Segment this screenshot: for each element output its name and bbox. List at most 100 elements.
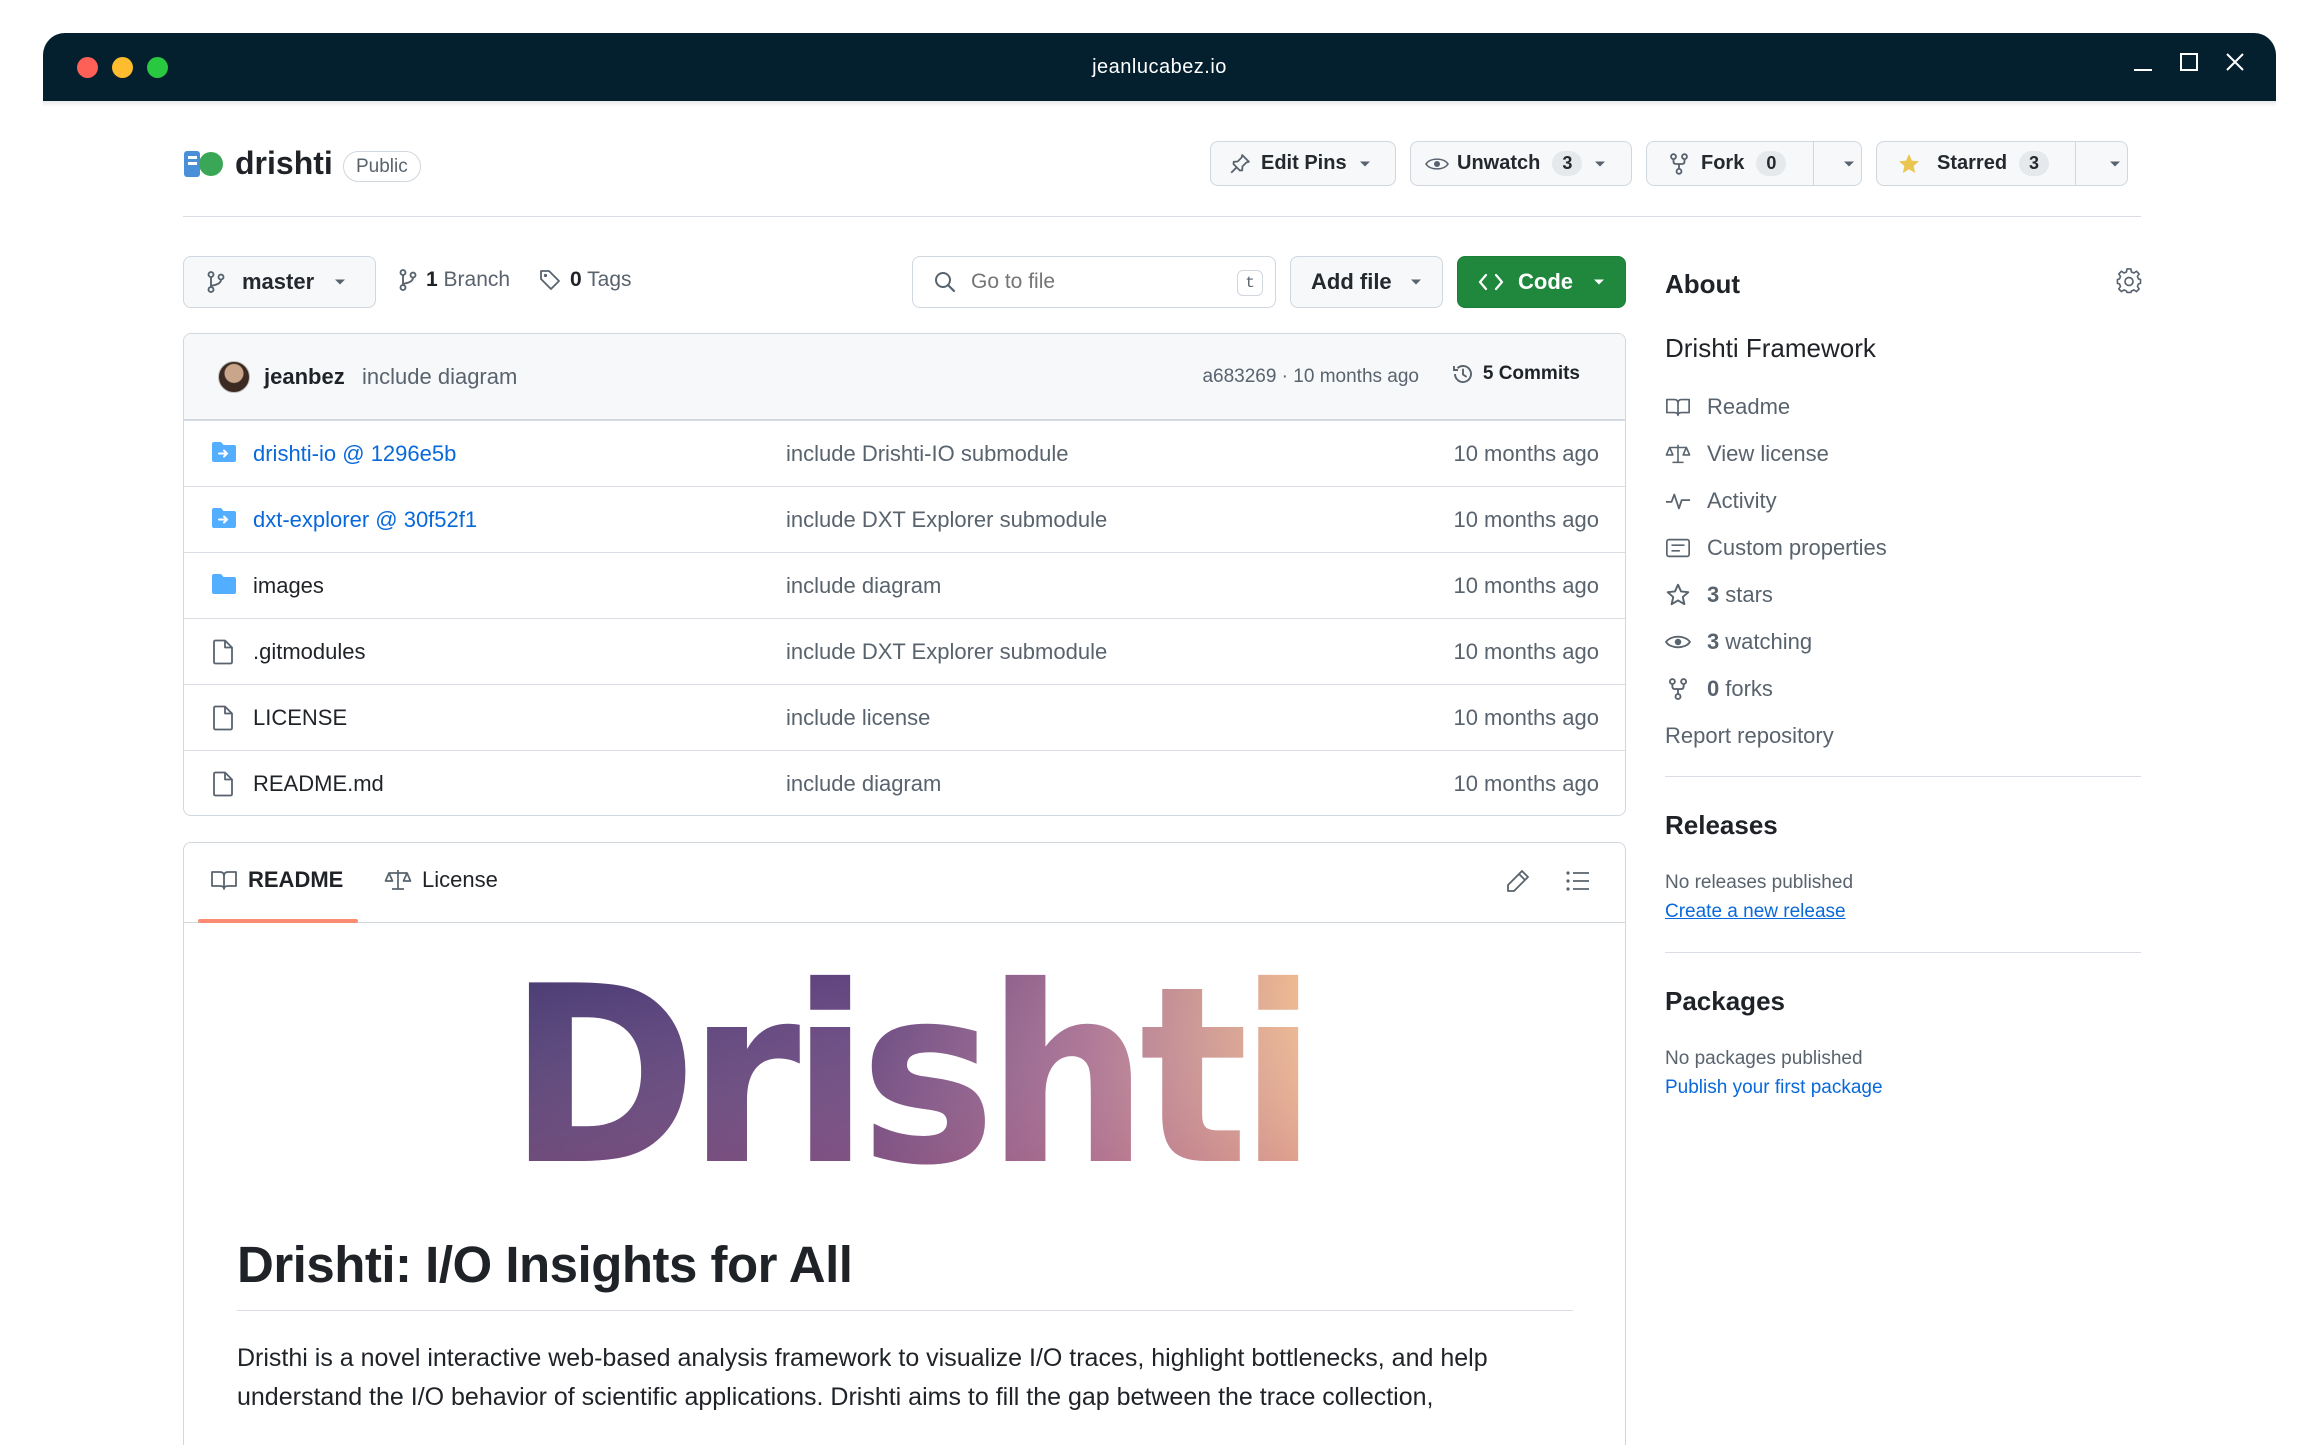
add-file-label: Add file — [1311, 269, 1392, 294]
branch-icon — [399, 269, 417, 291]
code-icon — [1478, 272, 1504, 292]
tab-license-label: License — [422, 867, 498, 892]
create-release-link[interactable]: Create a new release — [1665, 901, 1846, 923]
chevron-down-icon — [1410, 278, 1422, 286]
chevron-down-icon[interactable] — [1843, 160, 1855, 168]
gear-icon[interactable] — [2116, 268, 2142, 294]
search-shortcut-key: t — [1237, 270, 1263, 296]
file-commit-message[interactable]: include diagram — [786, 573, 941, 599]
unwatch-button[interactable]: Unwatch 3 — [1410, 141, 1632, 186]
sidebar-divider — [1665, 776, 2141, 777]
branch-selector[interactable]: master — [183, 256, 376, 308]
header-divider — [183, 216, 2141, 217]
sidebar-item-label: Activity — [1707, 488, 1777, 513]
banner-glow-overlay: Drishti — [508, 973, 1308, 1173]
tab-readme-label: README — [248, 867, 344, 892]
edit-readme-button[interactable] — [1505, 868, 1531, 894]
file-date: 10 months ago — [1453, 441, 1599, 466]
edit-pins-button[interactable]: Edit Pins — [1210, 141, 1396, 186]
tab-readme[interactable]: README — [210, 867, 343, 893]
sidebar-divider — [1665, 952, 2141, 953]
file-commit-message[interactable]: include DXT Explorer submodule — [786, 639, 1107, 665]
file-commit-message[interactable]: include diagram — [786, 771, 941, 797]
sidebar-item-activity[interactable]: Activity — [1665, 488, 1777, 514]
no-packages-text: No packages published — [1665, 1048, 1863, 1069]
search-icon — [933, 270, 957, 294]
sidebar-item-label: Custom properties — [1707, 535, 1887, 560]
file-name[interactable]: drishti-io @ 1296e5b — [253, 441, 456, 467]
fork-icon — [1665, 677, 1691, 701]
table-row[interactable]: dxt-explorer @ 30f52f1 include DXT Explo… — [184, 486, 1625, 552]
releases-title[interactable]: Releases — [1665, 810, 1778, 841]
file-commit-message[interactable]: include Drishti-IO submodule — [786, 441, 1068, 467]
repo-logo — [184, 151, 223, 177]
note-icon — [1665, 537, 1691, 559]
repo-description: Drishti Framework — [1665, 333, 1876, 363]
chevron-down-icon — [1359, 160, 1371, 168]
pulse-icon — [1665, 490, 1691, 512]
file-commit-message[interactable]: include license — [786, 705, 930, 731]
eye-icon — [1425, 153, 1449, 175]
publish-package-link[interactable]: Publish your first package — [1665, 1077, 1883, 1099]
sidebar-item-forks[interactable]: 0 forks — [1665, 676, 1773, 702]
table-row[interactable]: README.md include diagram 10 months ago — [184, 750, 1625, 815]
readme-paragraph: Dristhi is a novel interactive web-based… — [237, 1344, 1488, 1411]
code-label: Code — [1518, 269, 1573, 294]
sidebar-item-watching[interactable]: 3 watching — [1665, 629, 1812, 655]
sidebar-item-readme[interactable]: Readme — [1665, 394, 1790, 420]
tab-license[interactable]: License — [384, 867, 498, 893]
add-file-button[interactable]: Add file — [1290, 256, 1443, 308]
chevron-down-icon[interactable] — [2109, 160, 2121, 168]
go-to-file-search[interactable]: t — [912, 256, 1276, 308]
commit-message[interactable]: include diagram — [362, 364, 517, 390]
fork-button[interactable]: Fork 0 — [1646, 141, 1862, 186]
sidebar-item-custom-properties[interactable]: Custom properties — [1665, 535, 1887, 561]
go-to-file-input[interactable] — [971, 270, 1221, 294]
tag-label: Tags — [587, 268, 632, 291]
tags-link[interactable]: 0 Tags — [538, 268, 632, 292]
watching-count: 3 — [1707, 629, 1720, 654]
file-name[interactable]: .gitmodules — [253, 639, 366, 665]
visibility-badge: Public — [343, 151, 421, 182]
table-row[interactable]: .gitmodules include DXT Explorer submodu… — [184, 618, 1625, 684]
split-divider — [2075, 142, 2076, 185]
file-name[interactable]: README.md — [253, 771, 384, 797]
star-icon — [1665, 582, 1691, 608]
avatar[interactable] — [218, 361, 250, 393]
commit-author[interactable]: jeanbez — [264, 364, 345, 390]
starred-label: Starred — [1937, 152, 2008, 174]
submodule-folder-icon — [211, 507, 237, 529]
sidebar-item-license[interactable]: View license — [1665, 441, 1829, 467]
report-repository-link[interactable]: Report repository — [1665, 723, 1834, 749]
branch-name: master — [242, 269, 315, 294]
table-row[interactable]: LICENSE include license 10 months ago — [184, 684, 1625, 750]
sidebar-item-label: forks — [1725, 676, 1773, 701]
file-date: 10 months ago — [1453, 639, 1599, 664]
packages-title[interactable]: Packages — [1665, 986, 1785, 1017]
book-icon — [1665, 396, 1691, 418]
file-name[interactable]: LICENSE — [253, 705, 347, 731]
repo-name[interactable]: drishti — [235, 145, 333, 182]
sidebar-item-label: stars — [1725, 582, 1773, 607]
branches-link[interactable]: 1 Branch — [398, 268, 510, 292]
starred-button[interactable]: Starred 3 — [1876, 141, 2128, 186]
outline-button[interactable] — [1565, 868, 1591, 894]
code-button[interactable]: Code — [1457, 256, 1626, 308]
readme-panel: README License Drishti Drishti Drishti: … — [183, 842, 1626, 1445]
commits-link[interactable]: 5 Commits — [1451, 362, 1580, 386]
file-name[interactable]: dxt-explorer @ 30f52f1 — [253, 507, 477, 533]
fork-label: Fork — [1701, 152, 1745, 174]
file-name[interactable]: images — [253, 573, 324, 599]
drishti-banner-logo: Drishti Drishti — [508, 973, 1310, 1173]
file-date: 10 months ago — [1453, 507, 1599, 532]
table-row[interactable]: drishti-io @ 1296e5b include Drishti-IO … — [184, 420, 1625, 486]
table-row[interactable]: images include diagram 10 months ago — [184, 552, 1625, 618]
file-commit-message[interactable]: include DXT Explorer submodule — [786, 507, 1107, 533]
file-date: 10 months ago — [1453, 771, 1599, 796]
scale-icon — [1665, 442, 1691, 466]
tag-icon — [540, 270, 560, 290]
commit-hash-time[interactable]: a683269 · 10 months ago — [1202, 366, 1419, 388]
fork-count: 0 — [1756, 151, 1787, 176]
sidebar-item-stars[interactable]: 3 stars — [1665, 582, 1773, 608]
file-date: 10 months ago — [1453, 705, 1599, 730]
